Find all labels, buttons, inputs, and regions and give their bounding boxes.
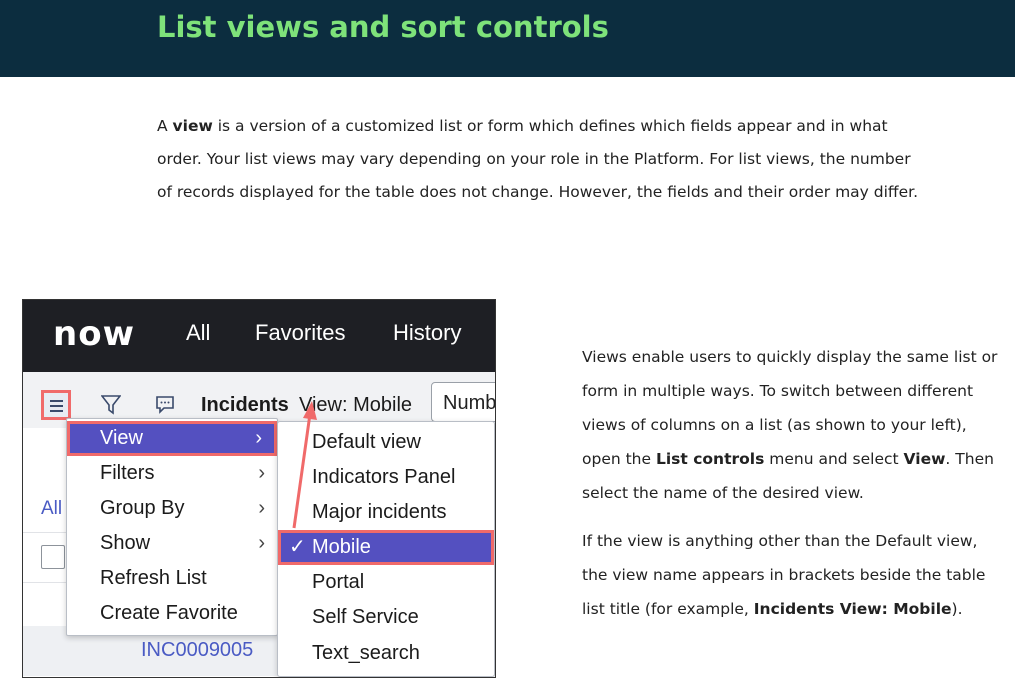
intro-paragraph: A view is a version of a customized list… — [157, 110, 927, 209]
side-text: menu and select — [764, 450, 904, 468]
intro-text-end: is a version of a customized list or for… — [157, 117, 918, 201]
side-bold-example: Incidents View: Mobile — [753, 600, 952, 618]
side-bold-view: View — [903, 450, 946, 468]
callout-arrow-icon — [292, 401, 317, 529]
side-text: ). — [951, 600, 963, 618]
side-bold-list-controls: List controls — [655, 450, 765, 468]
side-explanation: Views enable users to quickly display th… — [582, 340, 1002, 640]
header-banner: List views and sort controls — [0, 0, 1015, 77]
side-paragraph-2: If the view is anything other than the D… — [582, 524, 1002, 626]
page-title: List views and sort controls — [157, 10, 609, 44]
intro-text-start: A — [157, 117, 173, 135]
side-paragraph-1: Views enable users to quickly display th… — [582, 340, 1002, 510]
servicenow-screenshot: now All Favorites History Incidents View… — [22, 299, 496, 678]
intro-bold-term: view — [172, 117, 213, 135]
